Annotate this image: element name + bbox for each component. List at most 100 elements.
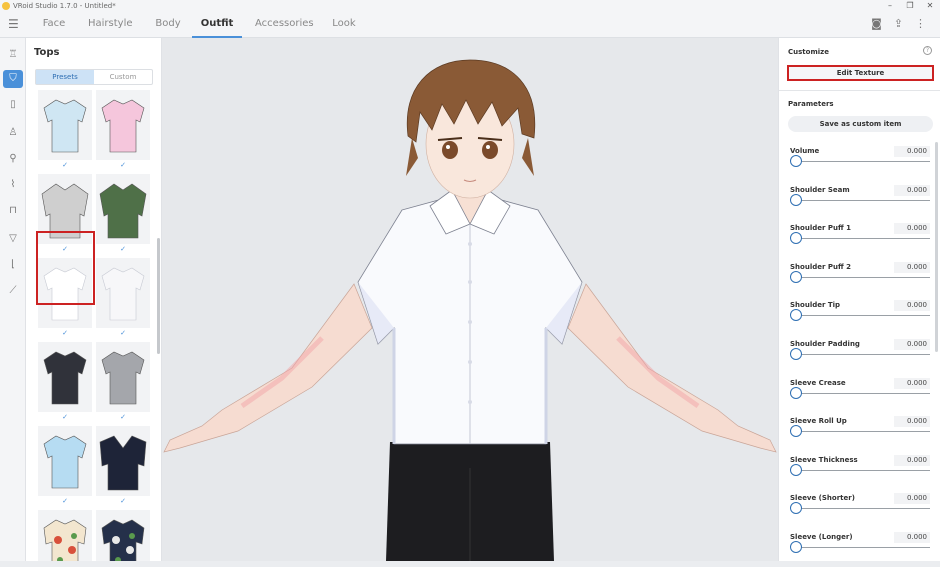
- tab-face[interactable]: Face: [42, 12, 66, 38]
- tab-accessories[interactable]: Accessories: [255, 12, 314, 38]
- parameter-value-field[interactable]: 0.000: [894, 416, 930, 428]
- customize-panel: Customize ? Edit Texture Parameters Save…: [778, 38, 940, 561]
- slider-knob[interactable]: [790, 232, 802, 245]
- slider-knob[interactable]: [790, 193, 802, 206]
- parameter-label: Shoulder Puff 1: [790, 224, 851, 233]
- parameter-row: Shoulder Puff 2 0.000: [790, 261, 930, 297]
- export-icon[interactable]: ⇪: [894, 17, 903, 30]
- preset-item[interactable]: [96, 342, 150, 412]
- parameter-label: Sleeve Crease: [790, 378, 846, 387]
- applied-check-icon: ✓: [120, 497, 126, 505]
- parameter-label: Sleeve (Longer): [790, 533, 853, 541]
- panel-title: Tops: [34, 47, 60, 58]
- more-options-icon[interactable]: ⋮: [915, 17, 926, 30]
- preset-item[interactable]: [96, 174, 150, 244]
- slider-track[interactable]: [796, 161, 930, 162]
- tops-icon[interactable]: ⛉: [3, 70, 23, 88]
- preset-item[interactable]: [38, 342, 92, 412]
- parameter-row: Shoulder Puff 1 0.000: [790, 223, 930, 258]
- bottoms-icon[interactable]: ♙: [3, 124, 23, 142]
- parameter-value-field[interactable]: 0.000: [894, 532, 930, 543]
- slider-knob[interactable]: [790, 463, 802, 476]
- preset-item[interactable]: [96, 426, 150, 496]
- parameter-row: Sleeve (Shorter) 0.000: [790, 493, 930, 528]
- minimize-icon[interactable]: –: [880, 0, 900, 12]
- parameter-row: Sleeve Roll Up 0.000: [790, 416, 930, 451]
- slider-track[interactable]: [796, 238, 930, 240]
- parameter-value-field[interactable]: 0.000: [894, 300, 930, 312]
- applied-check-icon: ✓: [62, 497, 68, 505]
- preset-item[interactable]: [96, 510, 150, 561]
- slider-track[interactable]: [796, 431, 930, 433]
- slider-knob[interactable]: [790, 348, 802, 360]
- menu-icon[interactable]: ☰: [8, 17, 22, 31]
- preset-item[interactable]: [38, 426, 92, 496]
- character-model: [163, 59, 777, 561]
- slider-knob[interactable]: [790, 270, 802, 283]
- parameter-value-field[interactable]: 0.000: [894, 339, 930, 350]
- skirt-icon[interactable]: ⊓: [3, 202, 23, 220]
- shoes-icon[interactable]: ⌊: [3, 256, 23, 274]
- slider-knob[interactable]: [790, 502, 802, 515]
- slider-track[interactable]: [796, 508, 930, 510]
- parameter-value-field[interactable]: 0.000: [894, 146, 930, 157]
- parameter-value-field[interactable]: 0.000: [894, 377, 930, 389]
- help-icon[interactable]: ?: [923, 46, 932, 55]
- parameter-label: Volume: [790, 147, 820, 155]
- onepiece-icon[interactable]: ▯: [3, 96, 23, 114]
- preset-item[interactable]: [96, 258, 150, 328]
- close-icon[interactable]: ✕: [920, 0, 940, 12]
- custom-tab[interactable]: Custom: [94, 70, 152, 84]
- parameter-value-field[interactable]: 0.000: [894, 493, 930, 505]
- tab-look[interactable]: Look: [332, 12, 356, 38]
- slider-knob[interactable]: [790, 386, 802, 399]
- slider-track[interactable]: [796, 276, 930, 278]
- model-viewport[interactable]: [162, 38, 778, 561]
- top-nav: ☰ Face Hairstyle Body Outfit Accessories…: [0, 12, 940, 38]
- tab-outfit[interactable]: Outfit: [192, 12, 242, 38]
- slider-knob[interactable]: [790, 309, 802, 322]
- edit-texture-button[interactable]: Edit Texture: [787, 65, 934, 81]
- parameter-row: Sleeve Thickness 0.000: [790, 454, 930, 490]
- tab-hairstyle[interactable]: Hairstyle: [88, 12, 133, 38]
- slider-knob[interactable]: [790, 425, 802, 438]
- preset-item[interactable]: [38, 90, 92, 160]
- slider-knob[interactable]: [790, 541, 802, 553]
- restore-icon[interactable]: ❐: [900, 0, 920, 12]
- save-custom-item-button[interactable]: Save as custom item: [788, 116, 933, 132]
- parameter-value-field[interactable]: 0.000: [894, 184, 930, 196]
- preset-item[interactable]: [38, 510, 92, 561]
- preset-custom-toggle: Presets Custom: [35, 69, 153, 85]
- tab-body[interactable]: Body: [155, 12, 181, 38]
- camera-icon[interactable]: ◙: [871, 17, 882, 30]
- accessory-clip-icon[interactable]: ⟋: [3, 282, 23, 300]
- applied-check-icon: ✓: [120, 161, 126, 169]
- presets-tab[interactable]: Presets: [36, 70, 94, 84]
- title-bar: VRoid Studio 1.7.0 - Untitled* – ❐ ✕: [0, 0, 940, 12]
- app-logo-icon: [2, 2, 10, 10]
- parameter-value-field[interactable]: 0.000: [894, 223, 930, 235]
- outfit-set-icon[interactable]: ♖: [3, 46, 23, 64]
- parameter-value-field[interactable]: 0.000: [894, 261, 930, 273]
- underwear-icon[interactable]: ▽: [3, 230, 23, 248]
- parameter-scrollbar[interactable]: [935, 142, 938, 352]
- slider-track[interactable]: [796, 315, 930, 317]
- slider-track[interactable]: [796, 199, 930, 201]
- parameter-row: Sleeve Crease 0.000: [790, 377, 930, 413]
- tie-icon[interactable]: ⚲: [3, 150, 23, 168]
- panel-scrollbar[interactable]: [157, 238, 160, 354]
- slider-track[interactable]: [796, 392, 930, 394]
- parameter-value-field[interactable]: 0.000: [894, 454, 930, 466]
- parameter-label: Shoulder Puff 2: [790, 262, 851, 271]
- parameter-label: Shoulder Seam: [790, 185, 850, 194]
- parameter-label: Shoulder Padding: [790, 340, 860, 348]
- preset-item[interactable]: [96, 90, 150, 160]
- applied-check-icon: ✓: [120, 413, 126, 421]
- slider-track[interactable]: [796, 547, 930, 548]
- customize-heading: Customize: [788, 48, 829, 56]
- tops-panel: Tops Presets Custom ✓ ✓ ✓ ✓ ✓ ✓ ✓ ✓ ✓ ✓: [26, 38, 162, 561]
- socks-icon[interactable]: ⌇: [3, 176, 23, 194]
- slider-track[interactable]: [796, 469, 930, 471]
- slider-knob[interactable]: [790, 155, 802, 167]
- slider-track[interactable]: [796, 354, 930, 355]
